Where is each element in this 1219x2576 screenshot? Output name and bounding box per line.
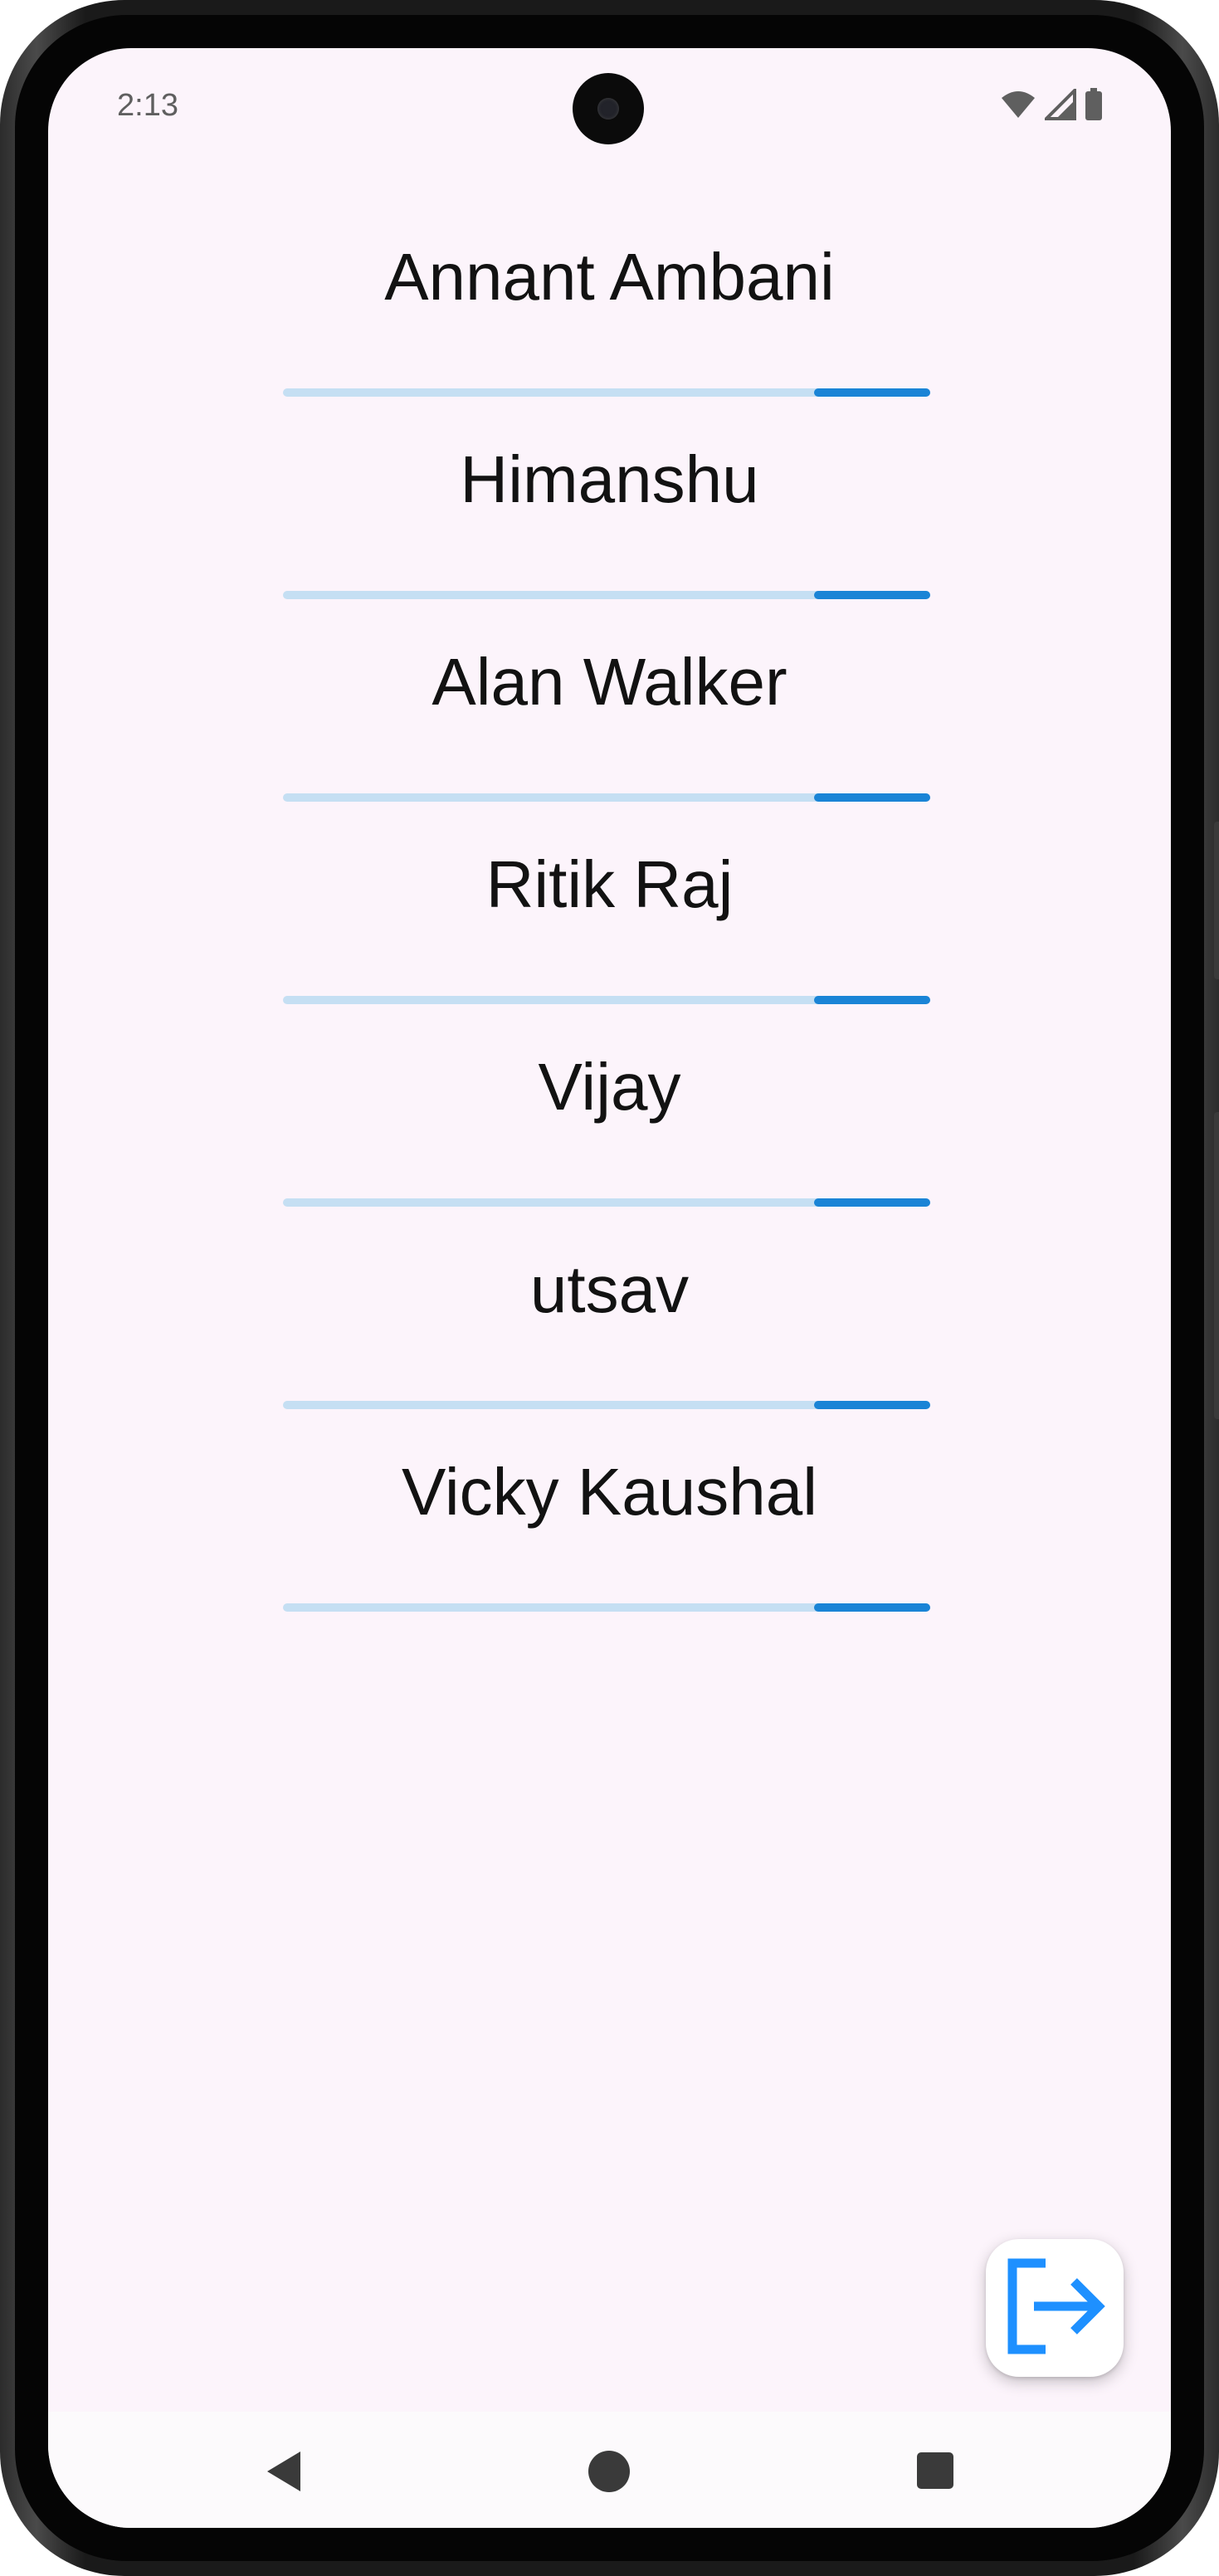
user-name: Annant Ambani (384, 240, 835, 314)
status-bar: 2:13 (48, 48, 1171, 173)
list-item[interactable]: Annant Ambani (48, 196, 1171, 398)
progress-bar (283, 1603, 930, 1612)
status-icons (1000, 85, 1103, 125)
list-item[interactable]: utsav (48, 1208, 1171, 1411)
status-time: 2:13 (117, 88, 178, 123)
volume-button (1214, 1112, 1219, 1419)
power-button (1214, 822, 1219, 979)
user-name: Ritik Raj (485, 847, 734, 921)
user-name: Vicky Kaushal (401, 1455, 817, 1529)
progress-fill (814, 1198, 930, 1207)
recents-icon[interactable] (916, 2452, 954, 2494)
list-item[interactable]: Vijay (48, 1006, 1171, 1208)
progress-fill (814, 1401, 930, 1409)
battery-icon (1085, 87, 1103, 125)
logout-icon (1001, 2256, 1109, 2360)
user-name: Vijay (538, 1050, 681, 1124)
user-name: Himanshu (460, 442, 759, 516)
back-icon[interactable] (264, 2450, 304, 2497)
progress-bar (283, 591, 930, 599)
progress-fill (814, 591, 930, 599)
screen: 2:13 Annant Ambani Himanshu Alan Walker … (48, 48, 1171, 2528)
progress-bar (283, 793, 930, 802)
user-name: utsav (529, 1252, 690, 1326)
progress-fill (814, 388, 930, 397)
progress-bar (283, 1401, 930, 1409)
progress-fill (814, 996, 930, 1004)
progress-bar (283, 388, 930, 397)
progress-bar (283, 996, 930, 1004)
user-name: Alan Walker (432, 645, 787, 719)
progress-fill (814, 793, 930, 802)
list-item[interactable]: Ritik Raj (48, 803, 1171, 1006)
home-icon[interactable] (588, 2450, 631, 2497)
navigation-bar (48, 2412, 1171, 2528)
signal-icon (1042, 85, 1076, 124)
list-item[interactable]: Himanshu (48, 398, 1171, 601)
logout-button[interactable] (986, 2239, 1124, 2377)
list-item[interactable]: Alan Walker (48, 601, 1171, 803)
progress-bar (283, 1198, 930, 1207)
progress-fill (814, 1603, 930, 1612)
list-item[interactable]: Vicky Kaushal (48, 1411, 1171, 1613)
wifi-icon (1000, 90, 1036, 124)
device: 2:13 Annant Ambani Himanshu Alan Walker … (0, 0, 1219, 2576)
front-camera (573, 73, 644, 144)
